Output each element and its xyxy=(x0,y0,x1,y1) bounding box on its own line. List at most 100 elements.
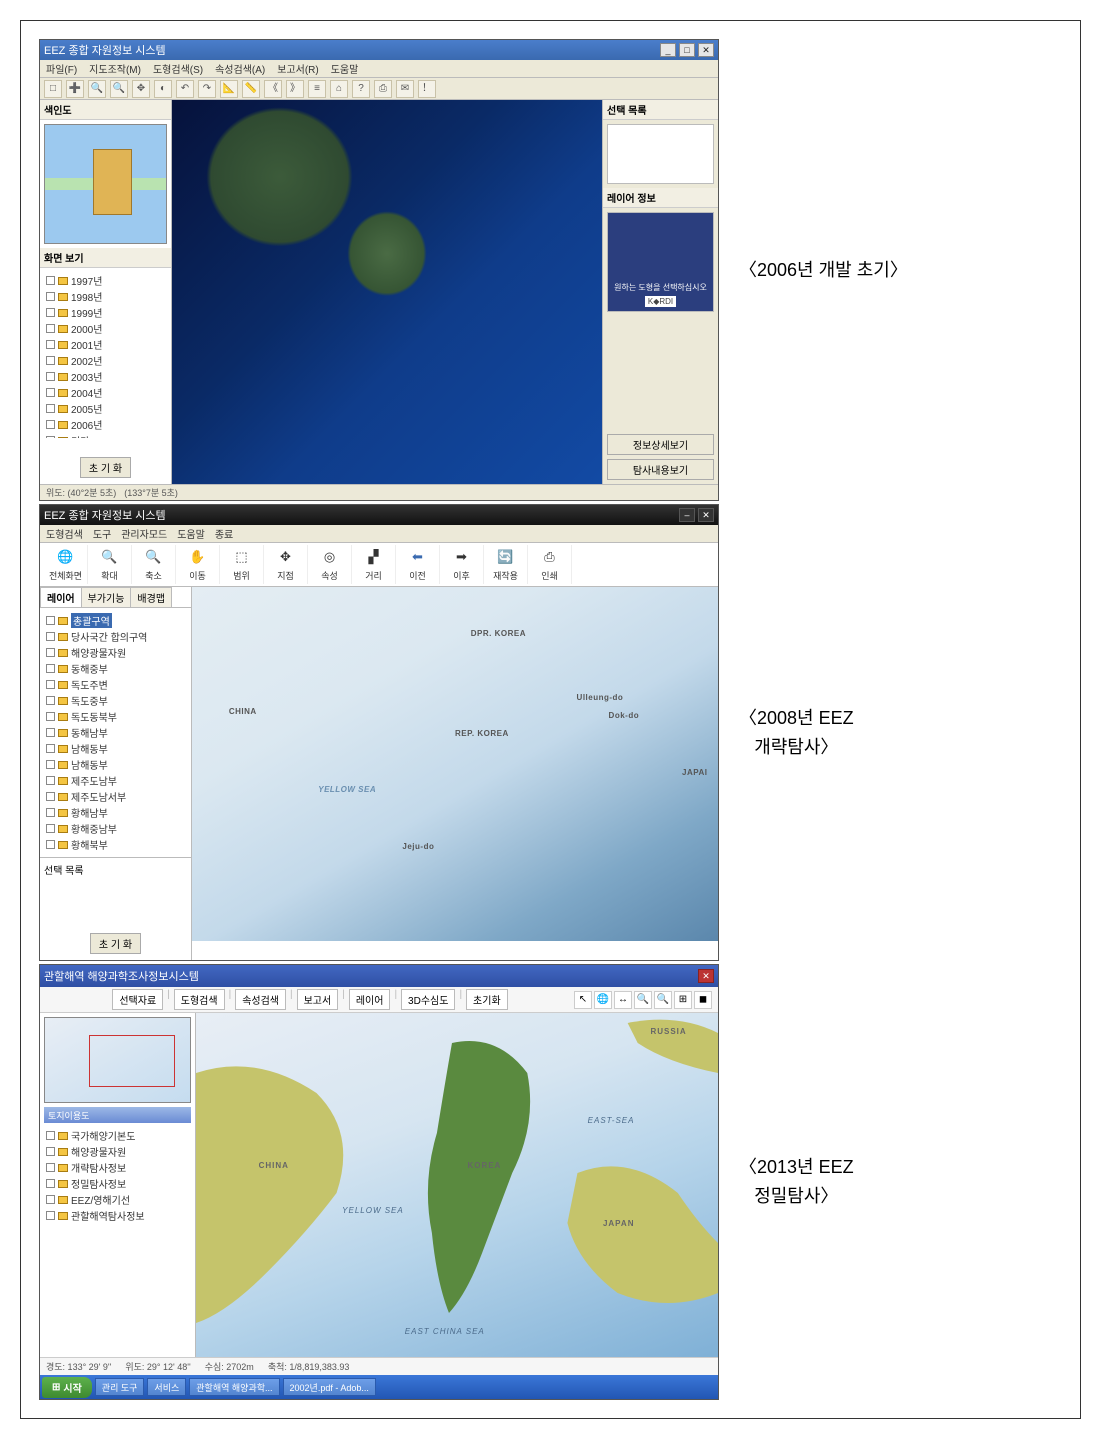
tree-item[interactable]: 2002년 xyxy=(46,353,165,368)
tree-item[interactable]: 2000년 xyxy=(46,321,165,336)
tree-item[interactable]: 2006년 xyxy=(46,417,165,432)
toolbar-button[interactable]: 도형검색 xyxy=(174,989,225,1010)
checkbox-icon[interactable] xyxy=(46,840,55,849)
tree-item[interactable]: 개략탐사정보 xyxy=(46,1160,189,1175)
toolbar-button[interactable]: 초기화 xyxy=(466,989,508,1010)
tool-button-재작용[interactable]: 🔄재작용 xyxy=(484,545,528,584)
tree-item[interactable]: 당사국간 합의구역 xyxy=(46,629,185,644)
checkbox-icon[interactable] xyxy=(46,776,55,785)
checkbox-icon[interactable] xyxy=(46,712,55,721)
tool-button-이동[interactable]: ✋이동 xyxy=(176,545,220,584)
checkbox-icon[interactable] xyxy=(46,1147,55,1156)
taskbar-item[interactable]: 서비스 xyxy=(147,1378,186,1396)
checkbox-icon[interactable] xyxy=(46,792,55,801)
tree-item[interactable]: 1997년 xyxy=(46,273,165,288)
index-map[interactable] xyxy=(44,1017,191,1103)
start-button[interactable]: ⊞ 시작 xyxy=(42,1377,92,1398)
tree-item[interactable]: 독도주변 xyxy=(46,677,185,692)
tree-item[interactable]: 독도중부 xyxy=(46,693,185,708)
tool-icon[interactable]: 🌐 xyxy=(594,991,612,1009)
menu-item[interactable]: 도구 xyxy=(93,526,111,541)
tool-icon[interactable]: 》 xyxy=(286,80,304,98)
tab-basemap[interactable]: 배경맵 xyxy=(130,587,172,607)
tool-button-범위[interactable]: ⬚범위 xyxy=(220,545,264,584)
minimize-icon[interactable]: – xyxy=(679,508,695,522)
tool-button-속성[interactable]: ◎속성 xyxy=(308,545,352,584)
tool-icon[interactable]: ➕ xyxy=(66,80,84,98)
tree-item[interactable]: 남해동부 xyxy=(46,757,185,772)
close-icon[interactable]: ✕ xyxy=(698,969,714,983)
menu-item[interactable]: 지도조작(M) xyxy=(89,61,141,76)
toolbar-button[interactable]: 3D수심도 xyxy=(401,989,455,1010)
tree-item[interactable]: 황해북부 xyxy=(46,837,185,852)
checkbox-icon[interactable] xyxy=(46,744,55,753)
tool-icon[interactable]: ⎙ xyxy=(374,80,392,98)
tool-icon[interactable]: ? xyxy=(352,80,370,98)
tree-item[interactable]: 정밀탐사정보 xyxy=(46,1176,189,1191)
tree-item[interactable]: 동해남부 xyxy=(46,725,185,740)
tree-item[interactable]: 해양광물자원 xyxy=(46,645,185,660)
tab-add[interactable]: 부가기능 xyxy=(81,587,132,607)
taskbar-item[interactable]: 관할해역 해양과학... xyxy=(189,1378,279,1396)
menu-item[interactable]: 도움말 xyxy=(331,61,359,76)
tool-icon[interactable]: ⊞ xyxy=(674,991,692,1009)
tree-item[interactable]: 2005년 xyxy=(46,401,165,416)
tree-item[interactable]: 총괄구역 xyxy=(46,613,185,628)
checkbox-icon[interactable] xyxy=(46,1195,55,1204)
checkbox-icon[interactable] xyxy=(46,1211,55,1220)
taskbar-item[interactable]: 2002년.pdf - Adob... xyxy=(283,1378,376,1396)
checkbox-icon[interactable] xyxy=(46,616,55,625)
menu-item[interactable]: 속성검색(A) xyxy=(215,61,265,76)
tool-icon[interactable]: 🔍 xyxy=(634,991,652,1009)
checkbox-icon[interactable] xyxy=(46,696,55,705)
menu-item[interactable]: 보고서(R) xyxy=(277,61,318,76)
tree-item[interactable]: 황해중남부 xyxy=(46,821,185,836)
tool-button-축소[interactable]: 🔍축소 xyxy=(132,545,176,584)
menu-item[interactable]: 도움말 xyxy=(177,526,205,541)
tree-item[interactable]: 독도동북부 xyxy=(46,709,185,724)
tool-button-전체화면[interactable]: 🌐전체화면 xyxy=(44,545,88,584)
menu-item[interactable]: 도형검색(S) xyxy=(153,61,203,76)
close-icon[interactable]: ✕ xyxy=(698,43,714,57)
tool-icon[interactable]: ↷ xyxy=(198,80,216,98)
tool-icon[interactable]: ↖ xyxy=(574,991,592,1009)
checkbox-icon[interactable] xyxy=(46,808,55,817)
main-map-bathymetry[interactable]: DPR. KOREA REP. KOREA CHINA JAPAI YELLOW… xyxy=(192,587,718,941)
tool-icon[interactable]: ↔ xyxy=(614,991,632,1009)
tool-button-지점[interactable]: ✥지점 xyxy=(264,545,308,584)
tool-icon[interactable]: 🔍 xyxy=(110,80,128,98)
tool-button-인쇄[interactable]: ⎙인쇄 xyxy=(528,545,572,584)
toolbar-button[interactable]: 선택자료 xyxy=(112,989,163,1010)
tool-icon[interactable]: 📐 xyxy=(220,80,238,98)
tool-icon[interactable]: 《 xyxy=(264,80,282,98)
minimize-icon[interactable]: _ xyxy=(660,43,676,57)
tool-icon[interactable]: ！ xyxy=(418,80,436,98)
maximize-icon[interactable]: □ xyxy=(679,43,695,57)
menu-item[interactable]: 파일(F) xyxy=(46,61,77,76)
tree-item[interactable]: 관할해역탐사정보 xyxy=(46,1208,189,1223)
tab-layer[interactable]: 레이어 xyxy=(40,587,82,607)
tool-icon[interactable]: 📏 xyxy=(242,80,260,98)
reset-button[interactable]: 초 기 화 xyxy=(90,933,141,954)
tree-item[interactable]: 황해남부 xyxy=(46,805,185,820)
main-map-satellite[interactable] xyxy=(172,100,602,484)
tree-item[interactable]: 남해동부 xyxy=(46,741,185,756)
tree-item[interactable]: 2003년 xyxy=(46,369,165,384)
tool-button-이후[interactable]: ➡이후 xyxy=(440,545,484,584)
toolbar-button[interactable]: 레이어 xyxy=(349,989,391,1010)
tool-icon[interactable]: ≡ xyxy=(308,80,326,98)
tree-item[interactable]: 해양광물자원 xyxy=(46,1144,189,1159)
tool-icon[interactable]: ✥ xyxy=(132,80,150,98)
tool-icon[interactable]: 🔍 xyxy=(654,991,672,1009)
tree-item[interactable]: 1998년 xyxy=(46,289,165,304)
checkbox-icon[interactable] xyxy=(46,1131,55,1140)
tree-item[interactable]: 1999년 xyxy=(46,305,165,320)
tool-button-거리[interactable]: ▞거리 xyxy=(352,545,396,584)
close-icon[interactable]: ✕ xyxy=(698,508,714,522)
tree-item[interactable]: EEZ/영해기선 xyxy=(46,1192,189,1207)
checkbox-icon[interactable] xyxy=(46,664,55,673)
tool-button-이전[interactable]: ⬅이전 xyxy=(396,545,440,584)
tool-icon[interactable]: □ xyxy=(44,80,62,98)
checkbox-icon[interactable] xyxy=(46,632,55,641)
tree-item[interactable]: 제주도남부 xyxy=(46,773,185,788)
